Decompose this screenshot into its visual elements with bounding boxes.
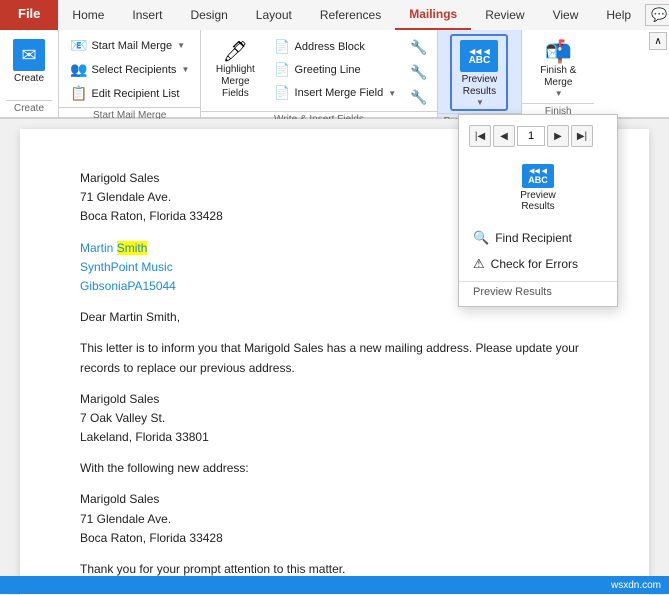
tab-home[interactable]: Home bbox=[58, 0, 118, 30]
highlight-icon: 🖊 bbox=[223, 39, 248, 64]
preview-results-icon: ◀◀ ◀ ABC bbox=[460, 40, 498, 72]
tab-review[interactable]: Review bbox=[471, 0, 538, 30]
preview-results-dropdown: |◀ ◀ ▶ ▶| ◀◀ ◀ ABC Preview Results 🔍 bbox=[458, 114, 618, 307]
new-name-line: Marigold Sales bbox=[80, 390, 589, 409]
dropdown-preview-icon: ◀◀ ◀ ABC bbox=[522, 164, 554, 188]
tab-design[interactable]: Design bbox=[176, 0, 241, 30]
select-recipients-chevron: ▼ bbox=[181, 65, 189, 74]
last-record-button[interactable]: ▶| bbox=[571, 125, 593, 147]
greeting-line-label: Greeting Line bbox=[295, 64, 361, 76]
tab-view[interactable]: View bbox=[539, 0, 593, 30]
create-icon: ✉ bbox=[13, 39, 45, 71]
insert-merge-field-label: Insert Merge Field bbox=[295, 87, 384, 99]
preview-results-button[interactable]: ◀◀ ◀ ABC PreviewResults ▼ bbox=[450, 34, 508, 111]
recipient-company: SynthPoint Music bbox=[80, 260, 173, 274]
new-street-line: 7 Oak Valley St. bbox=[80, 409, 589, 428]
finish-group: 📬 Finish &Merge ▼ Finish bbox=[522, 30, 594, 117]
dropdown-preview-section: ◀◀ ◀ ABC Preview Results bbox=[459, 155, 617, 221]
preview-results-label: PreviewResults bbox=[462, 74, 498, 98]
extra-btn-1[interactable]: 🔧 bbox=[407, 36, 430, 59]
tab-bar: Home Insert Design Layout References Mai… bbox=[58, 0, 669, 30]
finish-merge-button[interactable]: 📬 Finish &Merge ▼ bbox=[530, 34, 586, 101]
dropdown-section-label: Preview Results bbox=[459, 281, 617, 300]
watermark: wsxdn.com bbox=[611, 580, 661, 591]
check-errors-label: Check for Errors bbox=[491, 257, 578, 271]
extra-icon-3: 🔧 bbox=[410, 89, 427, 106]
find-recipient-label: Find Recipient bbox=[495, 231, 572, 245]
finish-merge-label: Finish &Merge bbox=[540, 65, 576, 89]
create-button[interactable]: ✉ Create bbox=[6, 34, 52, 89]
start-mail-merge-group: 📧 Start Mail Merge ▼ 👥 Select Recipients… bbox=[59, 30, 201, 117]
find-recipient-icon: 🔍 bbox=[473, 230, 489, 246]
preview-nav-row: |◀ ◀ ▶ ▶| bbox=[459, 121, 617, 151]
record-number-input[interactable] bbox=[517, 126, 545, 146]
first-record-button[interactable]: |◀ bbox=[469, 125, 491, 147]
salutation: Dear Martin Smith, bbox=[80, 308, 589, 327]
recipient-name: Martin Smith bbox=[80, 241, 147, 255]
select-recipients-icon: 👥 bbox=[70, 61, 87, 78]
start-mail-merge-icon: 📧 bbox=[70, 37, 87, 54]
start-mail-merge-label: Start Mail Merge bbox=[91, 40, 172, 52]
tab-insert[interactable]: Insert bbox=[118, 0, 176, 30]
new-street2-line: 71 Glendale Ave. bbox=[80, 510, 589, 529]
select-recipients-button[interactable]: 👥 Select Recipients ▼ bbox=[65, 58, 194, 81]
file-tab[interactable]: File bbox=[0, 0, 58, 30]
start-mail-merge-chevron: ▼ bbox=[177, 41, 185, 50]
dropdown-preview-label: Preview Results bbox=[517, 190, 559, 212]
new-name2-line: Marigold Sales bbox=[80, 490, 589, 509]
body1: This letter is to inform you that Marigo… bbox=[80, 339, 589, 377]
tab-mailings[interactable]: Mailings bbox=[395, 0, 471, 30]
prev-record-button[interactable]: ◀ bbox=[493, 125, 515, 147]
create-group-label: Create bbox=[6, 100, 52, 117]
address-block-button[interactable]: 📄 Address Block bbox=[269, 36, 401, 58]
preview-results-chevron: ▼ bbox=[476, 98, 484, 107]
finish-merge-chevron: ▼ bbox=[555, 89, 563, 98]
new-city2-line: Boca Raton, Florida 33428 bbox=[80, 529, 589, 548]
preview-results-group: ◀◀ ◀ ABC PreviewResults ▼ Preview Result… bbox=[438, 30, 523, 117]
collapse-ribbon-button[interactable]: ∧ bbox=[649, 32, 667, 50]
highlight-label: HighlightMerge Fields bbox=[210, 64, 260, 100]
insert-merge-field-button[interactable]: 📄 Insert Merge Field ▼ bbox=[269, 82, 401, 104]
extra-btn-2[interactable]: 🔧 bbox=[407, 61, 430, 84]
recipient-name-text: Martin bbox=[80, 241, 117, 255]
tab-references[interactable]: References bbox=[306, 0, 395, 30]
body2: With the following new address: bbox=[80, 459, 589, 478]
comment-icon[interactable]: 💬 bbox=[645, 4, 669, 26]
tab-layout[interactable]: Layout bbox=[242, 0, 306, 30]
finish-merge-icon: 📬 bbox=[545, 39, 572, 65]
check-for-errors-item[interactable]: ⚠ Check for Errors bbox=[459, 251, 617, 277]
ribbon: File Home Insert Design Layout Reference… bbox=[0, 0, 669, 119]
find-recipient-item[interactable]: 🔍 Find Recipient bbox=[459, 225, 617, 251]
highlight-merge-fields-button[interactable]: 🖊 HighlightMerge Fields bbox=[207, 34, 263, 103]
next-record-button[interactable]: ▶ bbox=[547, 125, 569, 147]
insert-merge-field-chevron: ▼ bbox=[388, 89, 396, 98]
create-group: ✉ Create Create bbox=[0, 30, 59, 117]
create-label: Create bbox=[14, 73, 44, 84]
check-errors-icon: ⚠ bbox=[473, 256, 485, 272]
extra-icon-1: 🔧 bbox=[410, 39, 427, 56]
greeting-line-button[interactable]: 📄 Greeting Line bbox=[269, 59, 401, 81]
extra-icon-2: 🔧 bbox=[410, 64, 427, 81]
select-recipients-label: Select Recipients bbox=[91, 64, 176, 76]
bottom-bar: wsxdn.com bbox=[0, 576, 669, 594]
dropdown-preview-button[interactable]: ◀◀ ◀ ABC Preview Results bbox=[512, 159, 564, 217]
greeting-line-icon: 📄 bbox=[274, 62, 290, 78]
address-block-label: Address Block bbox=[295, 41, 365, 53]
extra-btn-3[interactable]: 🔧 bbox=[407, 86, 430, 109]
start-mail-merge-button[interactable]: 📧 Start Mail Merge ▼ bbox=[65, 34, 194, 57]
edit-recipient-label: Edit Recipient List bbox=[91, 88, 179, 100]
write-insert-group: 🖊 HighlightMerge Fields 📄 Address Block … bbox=[201, 30, 437, 117]
recipient-city: GibsoniaPA15044 bbox=[80, 279, 176, 293]
insert-merge-field-icon: 📄 bbox=[274, 85, 290, 101]
recipient-name-highlighted: Smith bbox=[117, 241, 148, 255]
edit-recipient-list-button[interactable]: 📋 Edit Recipient List bbox=[65, 82, 194, 105]
edit-recipient-icon: 📋 bbox=[70, 85, 87, 102]
new-city-line: Lakeland, Florida 33801 bbox=[80, 428, 589, 447]
address-block-icon: 📄 bbox=[274, 39, 290, 55]
tab-help[interactable]: Help bbox=[592, 0, 645, 30]
